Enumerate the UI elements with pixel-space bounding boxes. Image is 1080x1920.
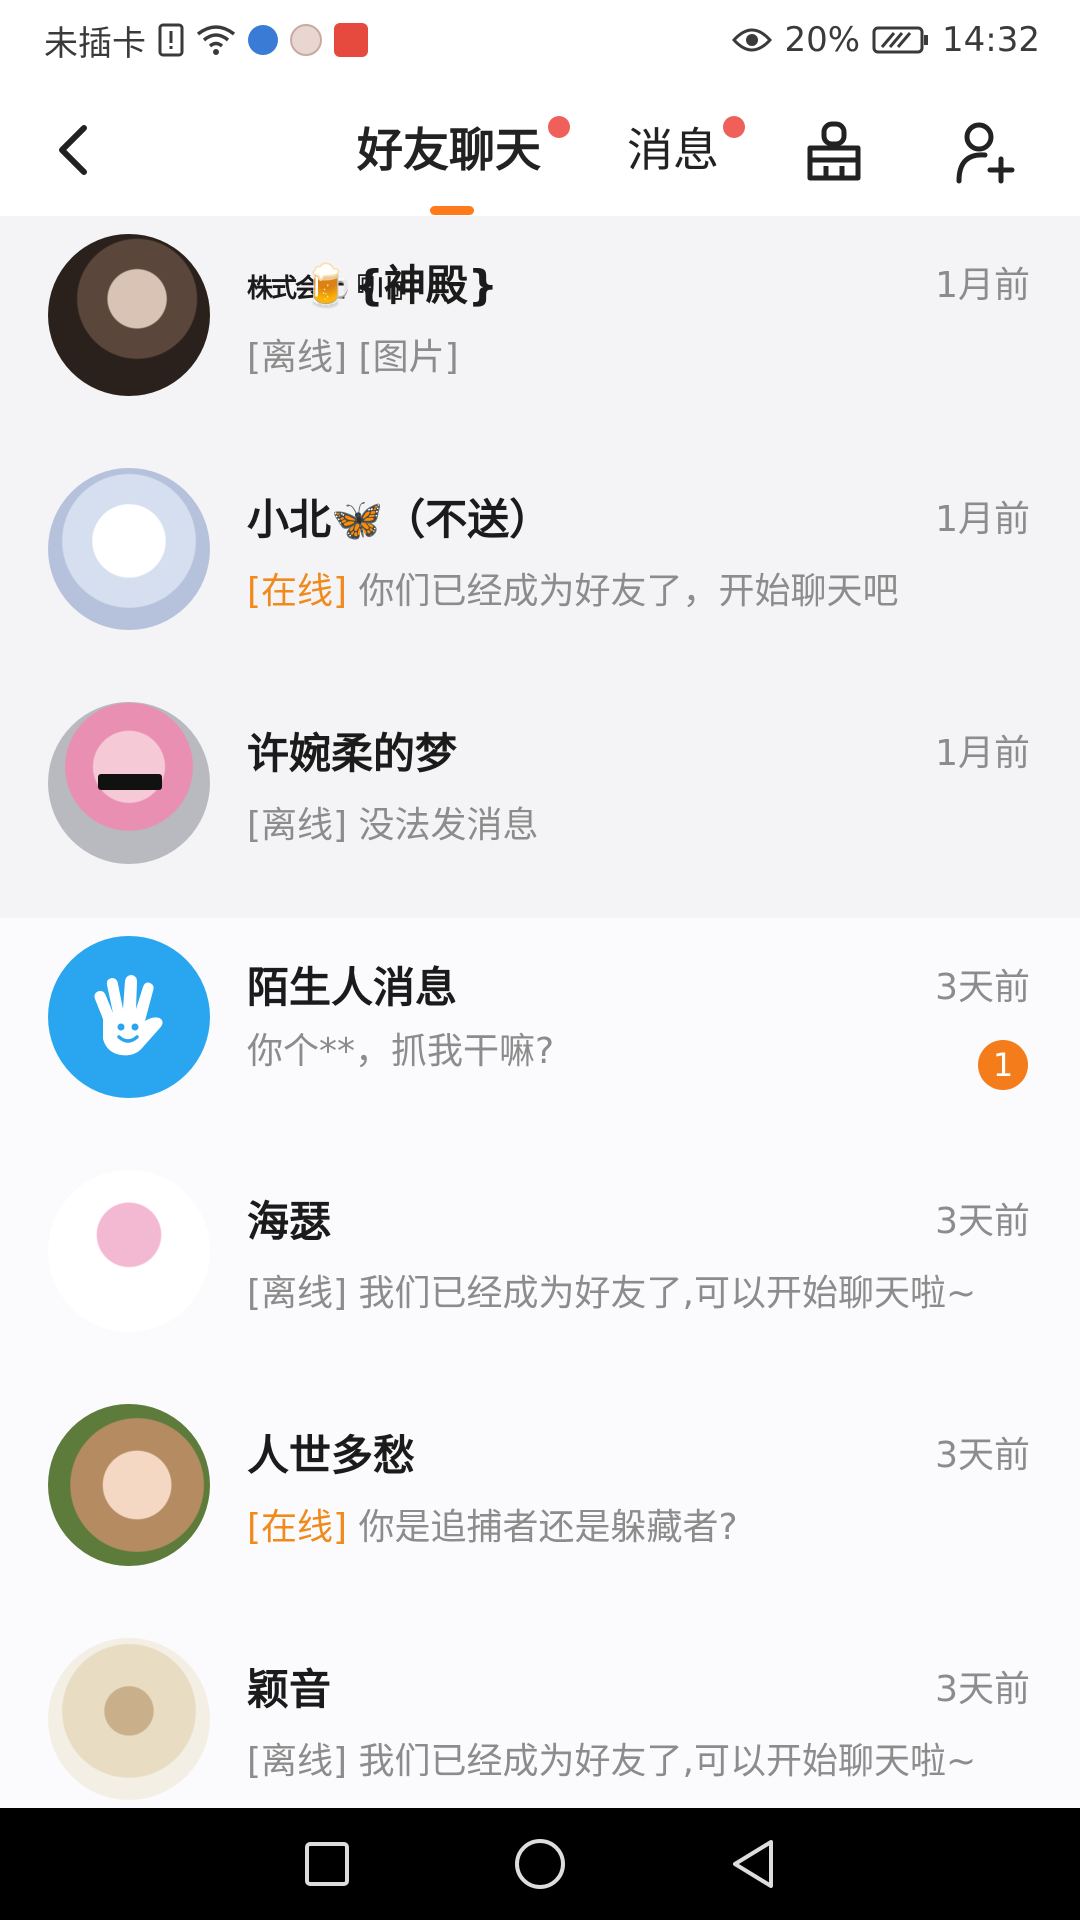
store-app-icon — [334, 23, 368, 57]
message-preview: [离线] [图片] — [247, 328, 459, 380]
broom-icon — [807, 121, 861, 181]
contact-name: 许婉柔的梦 — [247, 729, 458, 778]
status-bar: 未插卡 20% 14:32 — [0, 0, 1080, 80]
tab-messages[interactable]: 消息 — [627, 110, 745, 190]
back-nav-button[interactable] — [718, 1829, 788, 1899]
battery-percent: 20% — [784, 20, 861, 60]
sim-alert-icon — [158, 23, 184, 57]
contact-name: 人世多愁 — [247, 1431, 416, 1480]
presence-status: [在线] — [247, 571, 348, 612]
carrier-text: 未插卡 — [44, 23, 146, 64]
conversation-time: 1月前 — [935, 733, 1030, 774]
contact-name: 海瑟 — [247, 1197, 332, 1246]
contact-name: 陌生人消息 — [247, 963, 458, 1012]
presence-status: [离线] — [247, 1273, 348, 1314]
battery-icon — [872, 25, 930, 55]
avatar — [48, 1638, 210, 1800]
message-preview: [离线] 我们已经成为好友了,可以开始聊天啦~ — [247, 1732, 976, 1784]
conversation-time: 1月前 — [935, 499, 1030, 540]
presence-status: [离线] — [247, 805, 348, 846]
conversation-row-stranger-messages[interactable]: 陌生人消息 3天前 你个**，抓我干嘛? 1 — [0, 918, 1080, 1152]
home-button[interactable] — [505, 1829, 575, 1899]
preview-text: 我们已经成为好友了,可以开始聊天啦~ — [358, 1741, 977, 1782]
presence-status: [在线] — [247, 1507, 348, 1548]
tab-messages-label: 消息 — [627, 123, 719, 177]
avatar-app-icon — [290, 24, 322, 56]
conversation-row[interactable]: 许婉柔的梦 1月前 [离线] 没法发消息 — [0, 684, 1080, 918]
conversation-row[interactable]: 小北🦋（不送） 1月前 [在线] 你们已经成为好友了，开始聊天吧 — [0, 450, 1080, 684]
preview-text: 你个**，抓我干嘛? — [247, 1031, 555, 1072]
active-tab-indicator — [430, 206, 474, 215]
preview-text: 我们已经成为好友了,可以开始聊天啦~ — [358, 1273, 977, 1314]
back-button[interactable] — [44, 110, 104, 190]
circle-icon — [514, 1839, 565, 1889]
stranger-messages-avatar — [48, 936, 210, 1098]
presence-status: [离线] — [247, 337, 348, 378]
clock: 14:32 — [942, 20, 1040, 60]
conversation-time: 3天前 — [935, 967, 1030, 1008]
status-bar-right: 20% 14:32 — [732, 20, 1040, 60]
contact-name: 株式会社『川』 🍺{神殿} — [247, 252, 498, 313]
conversation-row[interactable]: 人世多愁 3天前 [在线] 你是追捕者还是躲藏者? — [0, 1386, 1080, 1620]
screen: 未插卡 20% 14:32 好友聊天 消息 株式会社『川』 🍺{神殿} 1月前 … — [0, 0, 1080, 1920]
preview-text: 没法发消息 — [358, 805, 539, 846]
conversation-time: 3天前 — [935, 1669, 1030, 1710]
tab-friends-unread-dot — [548, 116, 570, 138]
preview-text: 你是追捕者还是躲藏者? — [358, 1507, 738, 1548]
conversation-time: 3天前 — [935, 1435, 1030, 1476]
tab-friends-chat[interactable]: 好友聊天 — [357, 110, 570, 190]
presence-status: [离线] — [247, 1741, 348, 1782]
message-preview: [在线] 你是追捕者还是躲藏者? — [247, 1498, 738, 1550]
avatar — [48, 702, 210, 864]
conversation-list: 株式会社『川』 🍺{神殿} 1月前 [离线] [图片] 小北🦋（不送） 1月前 … — [0, 216, 1080, 1808]
chevron-left-icon — [59, 125, 87, 175]
conversation-row[interactable]: 海瑟 3天前 [离线] 我们已经成为好友了,可以开始聊天啦~ — [0, 1152, 1080, 1386]
message-preview: [离线] 没法发消息 — [247, 796, 539, 848]
message-preview: [在线] 你们已经成为好友了，开始聊天吧 — [247, 562, 899, 614]
clear-messages-button[interactable] — [798, 112, 870, 192]
tab-friends-chat-label: 好友聊天 — [357, 123, 541, 177]
unread-count-badge: 1 — [978, 1040, 1028, 1090]
avatar — [48, 1404, 210, 1566]
preview-text: 你们已经成为好友了，开始聊天吧 — [358, 571, 899, 612]
name-prefix-text: 株式会社『川』 — [247, 273, 417, 304]
tab-messages-unread-dot — [723, 116, 745, 138]
contact-name-text: 🍺{神殿} — [301, 261, 498, 310]
top-navigation: 好友聊天 消息 — [0, 80, 1080, 216]
conversation-time: 1月前 — [935, 265, 1030, 306]
conversation-row[interactable]: 株式会社『川』 🍺{神殿} 1月前 [离线] [图片] — [0, 216, 1080, 450]
message-preview: 你个**，抓我干嘛? — [247, 1022, 554, 1074]
recents-button[interactable] — [292, 1829, 362, 1899]
contact-name: 颖音 — [247, 1665, 332, 1714]
avatar — [48, 1170, 210, 1332]
add-friend-button[interactable] — [952, 112, 1024, 192]
wifi-icon — [196, 24, 236, 56]
preview-text: [图片] — [358, 337, 459, 378]
add-user-icon — [956, 122, 1015, 184]
conversation-time: 3天前 — [935, 1201, 1030, 1242]
waving-hand-icon — [94, 975, 163, 1056]
status-bar-left: 未插卡 — [44, 16, 368, 65]
message-preview: [离线] 我们已经成为好友了,可以开始聊天啦~ — [247, 1264, 976, 1316]
triangle-back-icon — [733, 1840, 774, 1888]
browser-app-icon — [248, 25, 278, 55]
contact-name: 小北🦋（不送） — [247, 495, 552, 544]
square-icon — [304, 1842, 349, 1886]
avatar — [48, 468, 210, 630]
system-navigation-bar — [0, 1808, 1080, 1920]
eye-icon — [732, 26, 773, 54]
avatar — [48, 234, 210, 396]
sunglasses-graphic — [98, 774, 162, 790]
